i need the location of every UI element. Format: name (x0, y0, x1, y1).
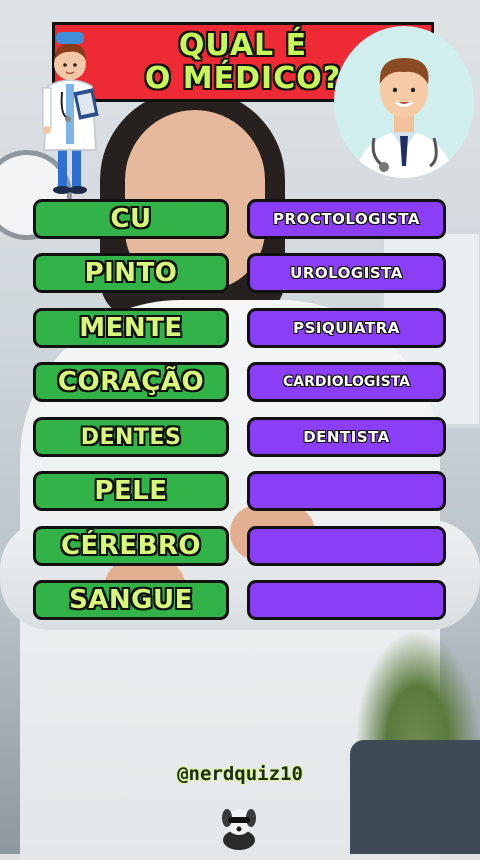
body-part-label: MENTE (33, 308, 229, 348)
quiz-row: CÉREBRO (33, 526, 446, 566)
quiz-row: CORAÇÃO CARDIOLOGISTA (33, 362, 446, 402)
doctor-avatar-icon (334, 26, 474, 178)
doctor-answer-box: PROCTOLOGISTA (247, 199, 446, 239)
quiz-row: PINTO UROLOGISTA (33, 253, 446, 293)
doctor-cartoon-icon (42, 32, 99, 194)
body-part-label: CÉREBRO (33, 526, 229, 566)
body-part-label: CORAÇÃO (33, 362, 229, 402)
body-part-label: PELE (33, 471, 229, 511)
doctor-answer-box: UROLOGISTA (247, 253, 446, 293)
doctor-answer-box-empty (247, 526, 446, 566)
title-line-2: O MÉDICO? (144, 61, 342, 96)
title-line-1: QUAL É (178, 28, 308, 63)
body-part-label: CU (33, 199, 229, 239)
channel-handle: @nerdquiz10 (177, 763, 303, 785)
body-part-label: DENTES (33, 417, 229, 457)
doctor-answer-box-empty (247, 471, 446, 511)
body-part-label: PINTO (33, 253, 229, 293)
doctor-answer-box: DENTISTA (247, 417, 446, 457)
doctor-answer-box: CARDIOLOGISTA (247, 362, 446, 402)
quiz-row: SANGUE (33, 580, 446, 620)
quiz-row: CU PROCTOLOGISTA (33, 199, 446, 239)
background-sofa (350, 740, 480, 854)
quiz-row: DENTES DENTISTA (33, 417, 446, 457)
body-part-label: SANGUE (33, 580, 229, 620)
doctor-answer-box-empty (247, 580, 446, 620)
quiz-row: PELE (33, 471, 446, 511)
doctor-answer-box: PSIQUIATRA (247, 308, 446, 348)
quiz-row: MENTE PSIQUIATRA (33, 308, 446, 348)
dog-mascot-icon (222, 809, 256, 850)
